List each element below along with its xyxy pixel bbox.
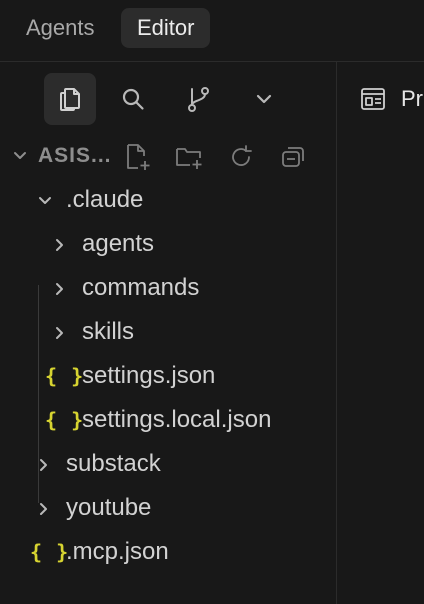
tree-item-label: youtube [66,494,152,521]
search-button[interactable] [107,73,159,125]
tree-folder-commands[interactable]: commands [0,267,336,311]
tree-file-mcp-json[interactable]: { } .mcp.json [0,531,336,575]
refresh-icon[interactable] [226,142,256,172]
tree-item-label: commands [82,274,200,301]
tree-folder-substack[interactable]: substack [0,443,336,487]
editor-tab-label: Pr [401,86,423,111]
tree-item-label: agents [82,230,155,257]
tree-item-label: skills [82,318,134,345]
explorer-sidebar: ASIS... .claude agents commands skills {… [0,62,336,604]
tree-item-label: substack [66,450,161,477]
tree-file-settings-json[interactable]: { } settings.json [0,355,336,399]
tree-item-label: .claude [66,186,144,213]
chevron-right-icon [40,459,47,471]
tree-file-settings-local-json[interactable]: { } settings.local.json [0,399,336,443]
top-mode-bar: Agents Editor [0,0,424,62]
explorer-icon [60,88,80,111]
collapse-all-icon[interactable] [278,142,308,172]
json-file-icon: { } [45,408,85,432]
tree-folder-claude[interactable]: .claude [0,179,336,223]
chevron-right-icon [40,503,47,515]
source-control-icon [188,87,209,112]
chevron-down-icon [256,94,272,104]
tree-item-label: settings.json [82,362,216,389]
tree-item-label: .mcp.json [66,538,169,565]
new-folder-icon[interactable] [174,142,204,172]
source-control-button[interactable] [172,73,224,125]
tree-folder-agents[interactable]: agents [0,223,336,267]
tree-item-label: settings.local.json [82,406,272,433]
chevron-down-icon [39,197,51,204]
tree-folder-skills[interactable]: skills [0,311,336,355]
search-icon [122,88,144,110]
tab-agents[interactable]: Agents [10,8,111,48]
editor-area: Pr [337,62,424,604]
explorer-button[interactable] [44,73,96,125]
preview-icon [361,88,385,110]
workspace-section-header[interactable]: ASIS... [0,140,336,174]
json-file-icon: { } [30,540,70,564]
tree-folder-youtube[interactable]: youtube [0,487,336,531]
more-views-button[interactable] [238,73,290,125]
chevron-right-icon [56,239,63,251]
tab-editor[interactable]: Editor [121,8,211,48]
chevron-down-icon [14,152,26,159]
chevron-right-icon [56,283,63,295]
new-file-icon[interactable] [122,142,152,172]
editor-tab[interactable]: Pr [359,84,423,114]
json-file-icon: { } [45,364,85,388]
chevron-right-icon [56,327,63,339]
workspace-title: ASIS... [38,144,112,167]
